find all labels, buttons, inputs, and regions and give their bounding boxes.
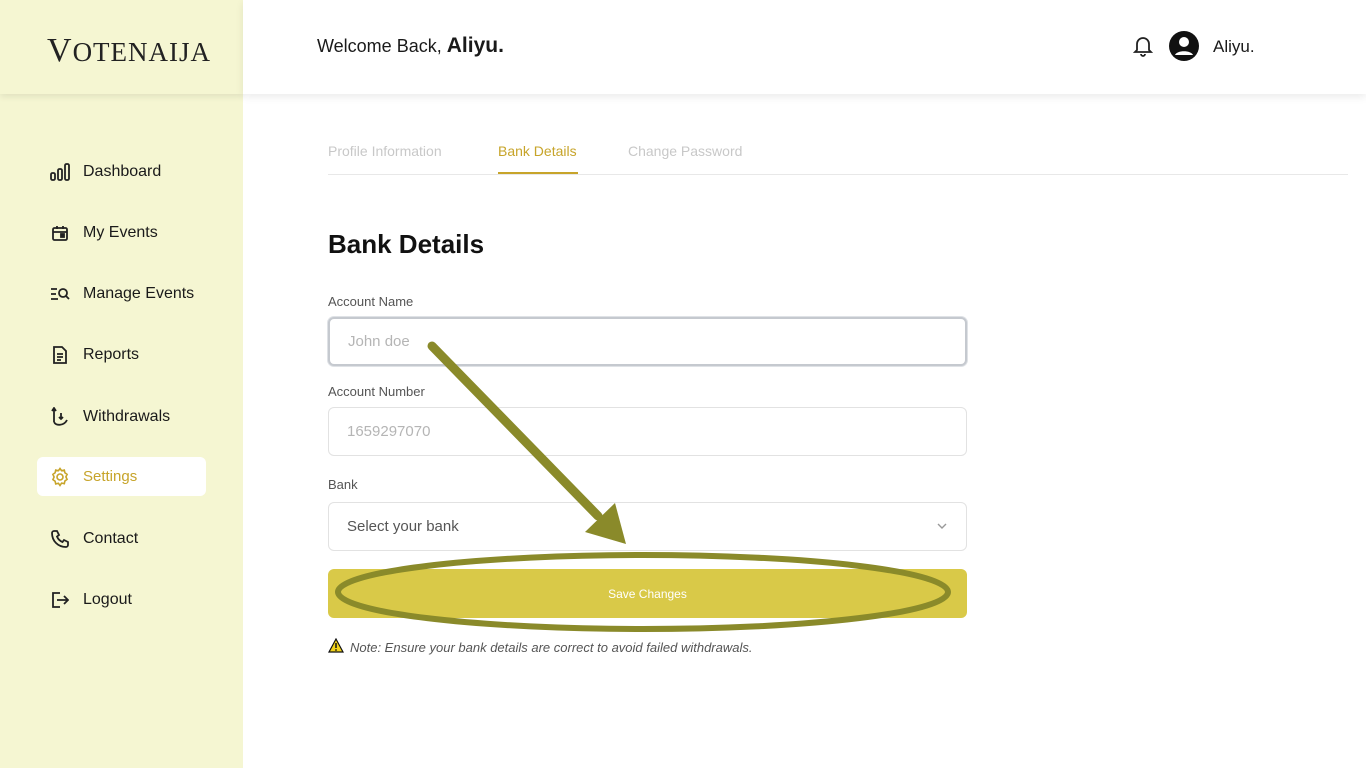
sidebar: VOTENAIJA Dashboard My Events Manage Eve… bbox=[0, 0, 243, 768]
sidebar-item-label: Dashboard bbox=[83, 162, 162, 180]
logo-area: VOTENAIJA bbox=[0, 0, 243, 94]
sidebar-item-label: Reports bbox=[83, 345, 140, 363]
tab-bank-details[interactable]: Bank Details bbox=[498, 143, 577, 159]
sidebar-item-manage-events[interactable]: Manage Events bbox=[37, 274, 206, 313]
note-text: Note: Ensure your bank details are corre… bbox=[350, 639, 753, 655]
logo[interactable]: VOTENAIJA bbox=[47, 32, 211, 70]
sidebar-item-reports[interactable]: Reports bbox=[37, 335, 206, 374]
gear-icon bbox=[49, 466, 71, 488]
phone-icon bbox=[49, 528, 71, 550]
sidebar-item-dashboard[interactable]: Dashboard bbox=[37, 152, 206, 191]
calendar-icon bbox=[49, 222, 71, 244]
tab-change-password[interactable]: Change Password bbox=[628, 143, 742, 159]
settings-tabs: Profile Information Bank Details Change … bbox=[328, 135, 1348, 175]
account-number-label: Account Number bbox=[328, 384, 425, 399]
save-changes-button[interactable]: Save Changes bbox=[328, 569, 967, 618]
top-header: Welcome Back, Aliyu. Aliyu. bbox=[243, 0, 1366, 94]
sidebar-item-label: Withdrawals bbox=[83, 407, 171, 425]
bank-select-value: Select your bank bbox=[347, 518, 459, 535]
chevron-down-icon bbox=[936, 521, 948, 533]
withdraw-icon bbox=[49, 406, 71, 428]
welcome-message: Welcome Back, Aliyu. bbox=[317, 34, 504, 57]
sidebar-item-settings[interactable]: Settings bbox=[37, 457, 206, 496]
bank-details-note: Note: Ensure your bank details are corre… bbox=[327, 637, 753, 656]
sidebar-item-label: Contact bbox=[83, 529, 139, 547]
bell-icon[interactable] bbox=[1132, 35, 1154, 62]
list-search-icon bbox=[49, 283, 71, 305]
sidebar-item-label: My Events bbox=[83, 223, 158, 241]
bank-label: Bank bbox=[328, 477, 358, 492]
warning-icon bbox=[327, 637, 345, 656]
user-name[interactable]: Aliyu. bbox=[1213, 37, 1255, 57]
avatar[interactable] bbox=[1169, 31, 1199, 61]
sidebar-item-label: Settings bbox=[83, 468, 138, 485]
sidebar-item-logout[interactable]: Logout bbox=[37, 580, 206, 619]
account-name-input[interactable] bbox=[328, 317, 967, 366]
sidebar-item-label: Logout bbox=[83, 590, 132, 608]
logout-icon bbox=[49, 589, 71, 611]
account-name-label: Account Name bbox=[328, 294, 414, 309]
sidebar-item-withdrawals[interactable]: Withdrawals bbox=[37, 397, 206, 436]
active-tab-indicator bbox=[498, 172, 578, 174]
tab-profile-information[interactable]: Profile Information bbox=[328, 143, 442, 159]
sidebar-item-label: Manage Events bbox=[83, 284, 195, 302]
bar-chart-icon bbox=[49, 161, 71, 183]
sidebar-item-my-events[interactable]: My Events bbox=[37, 213, 206, 252]
document-icon bbox=[49, 344, 71, 366]
bank-select[interactable]: Select your bank bbox=[328, 502, 967, 551]
account-number-input[interactable] bbox=[328, 407, 967, 456]
page-title: Bank Details bbox=[328, 229, 485, 259]
sidebar-item-contact[interactable]: Contact bbox=[37, 519, 206, 558]
